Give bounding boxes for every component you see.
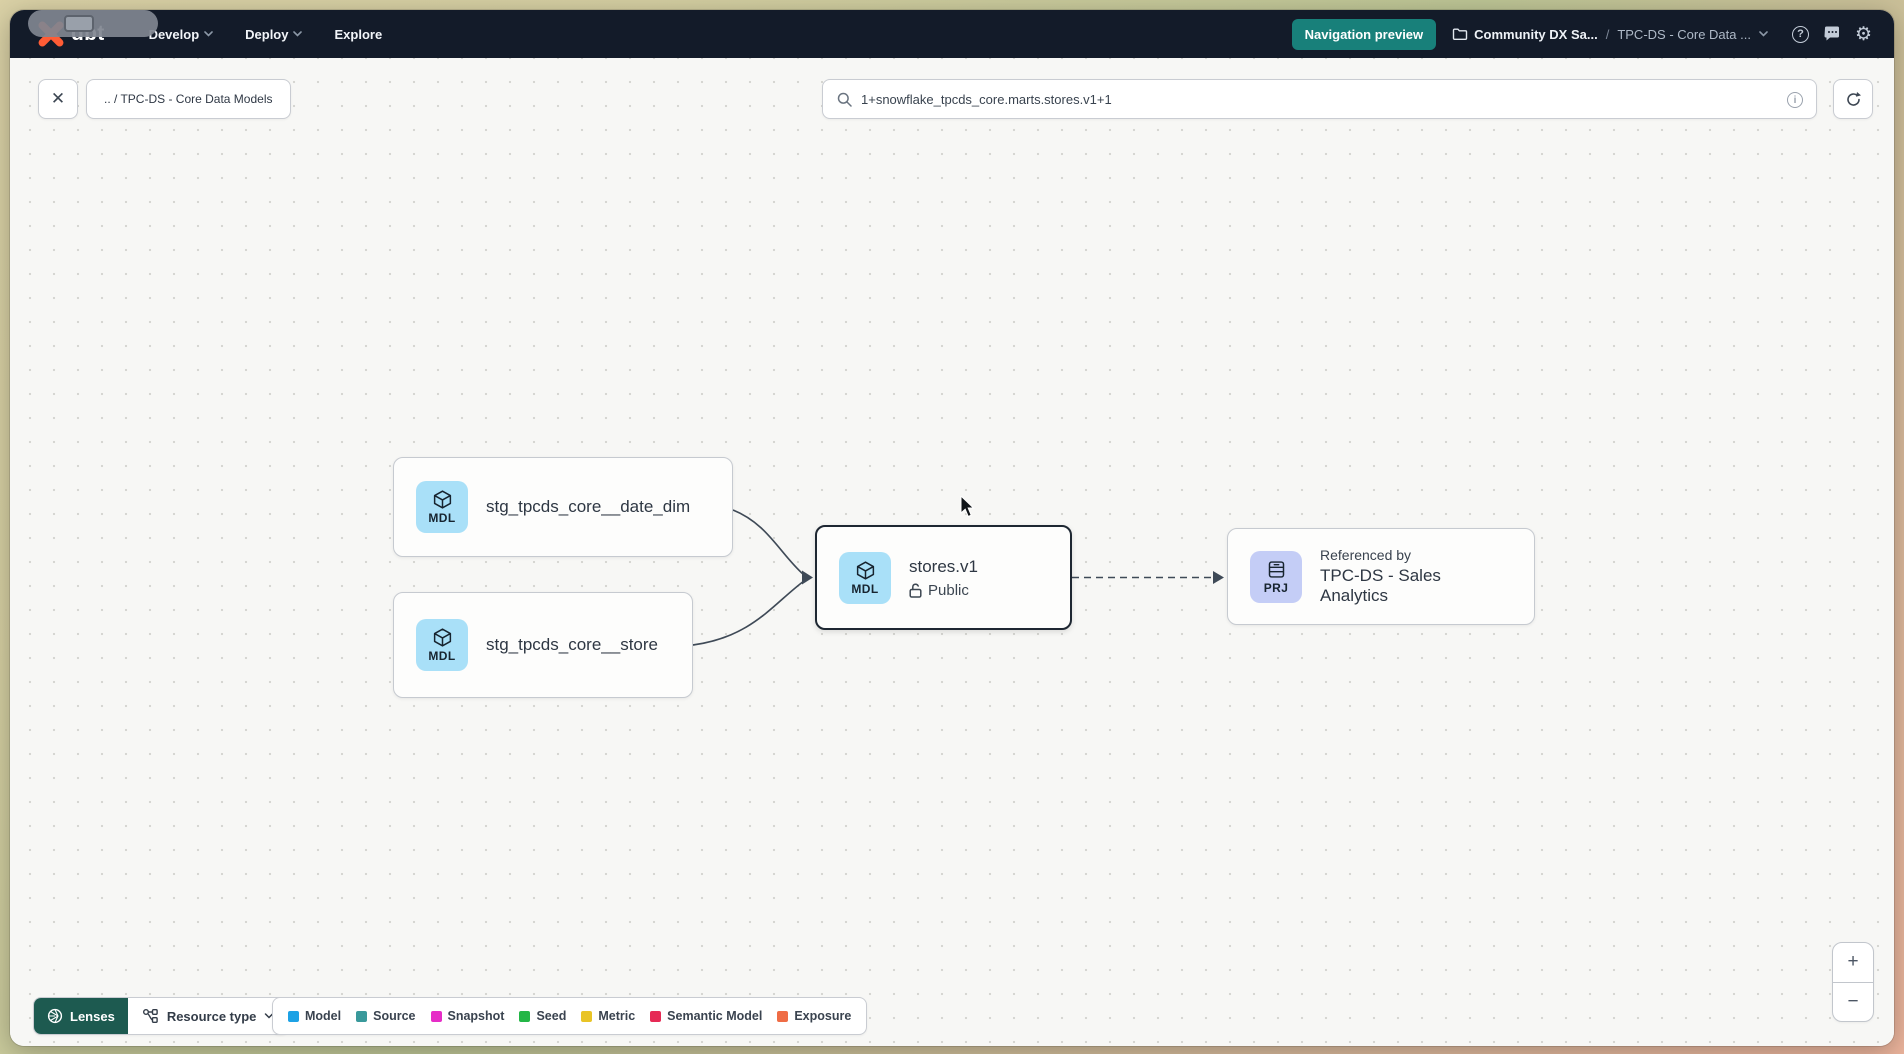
resource-type-dropdown[interactable]: Resource type [128,1008,289,1024]
canvas-zoom-controls: + − [1832,942,1874,1022]
cube-icon [855,560,876,581]
legend-item-seed: Seed [519,1009,566,1023]
model-badge: MDL [416,481,468,533]
project-badge: PRJ [1250,551,1302,603]
legend-label: Snapshot [448,1009,505,1023]
breadcrumb: Community DX Sa... / TPC-DS - Core Data … [1452,27,1768,42]
node-access-row: Public [909,582,978,599]
legend-item-model: Model [288,1009,341,1023]
nav-explore-label: Explore [334,27,382,42]
window-artifact-icon [64,15,94,32]
resource-type-icon [142,1008,159,1024]
node-stg-tpcds-core-store[interactable]: MDL stg_tpcds_core__store [393,592,693,698]
node-label: stg_tpcds_core__store [486,635,658,655]
lenses-button[interactable]: Lenses [34,998,128,1034]
feedback-icon[interactable] [1823,26,1841,42]
resource-legend: Model Source Snapshot Seed Metric Semant… [272,997,867,1035]
info-icon[interactable]: i [1787,92,1803,108]
lenses-resource-pill: Lenses Resource type [33,997,289,1035]
chevron-down-icon[interactable] [1759,31,1768,37]
breadcrumb-page[interactable]: TPC-DS - Core Data ... [1617,27,1751,42]
breadcrumb-project-label: Community DX Sa... [1474,27,1598,42]
breadcrumb-project[interactable]: Community DX Sa... [1452,27,1598,42]
badge-label: MDL [428,511,455,525]
legend-label: Source [373,1009,415,1023]
edge-date-dim-to-stores [733,510,804,575]
model-badge: MDL [839,552,891,604]
model-badge: MDL [416,619,468,671]
lineage-search-bar: i [822,79,1817,119]
legend-item-snapshot: Snapshot [431,1009,505,1023]
nav-item-deploy[interactable]: Deploy [245,27,302,42]
snapshot-swatch [431,1011,442,1022]
cube-icon [432,627,453,648]
nav-deploy-label: Deploy [245,27,288,42]
node-label: stores.v1 [909,557,978,577]
node-access-label: Public [928,582,969,599]
legend-label: Model [305,1009,341,1023]
close-lineage-button[interactable]: ✕ [38,79,78,119]
resource-type-label: Resource type [167,1009,257,1024]
nav-item-develop[interactable]: Develop [149,27,214,42]
nav-item-explore[interactable]: Explore [334,27,382,42]
legend-label: Metric [598,1009,635,1023]
legend-item-exposure: Exposure [777,1009,851,1023]
legend-item-metric: Metric [581,1009,635,1023]
refresh-button[interactable] [1833,79,1873,119]
badge-label: MDL [851,582,878,596]
mouse-cursor [960,496,980,518]
settings-gear-icon[interactable]: ⚙ [1855,25,1872,44]
badge-label: PRJ [1264,581,1289,595]
source-swatch [356,1011,367,1022]
lenses-label: Lenses [70,1009,115,1024]
zoom-out-button[interactable]: − [1833,983,1873,1022]
edge-arrowhead [802,571,813,585]
folder-icon [1452,28,1468,41]
node-text-block: stores.v1 Public [909,557,978,599]
exposure-swatch [777,1011,788,1022]
breadcrumb-separator: / [1606,27,1610,42]
edge-arrowhead [1213,571,1224,584]
legend-label: Seed [536,1009,566,1023]
top-navbar: dbt Develop Deploy Explore Navigation pr… [10,10,1894,58]
legend-item-source: Source [356,1009,415,1023]
chevron-down-icon [293,31,302,37]
lineage-path-chip[interactable]: .. / TPC-DS - Core Data Models [86,79,291,119]
unlock-icon [909,583,922,598]
refresh-icon [1845,91,1862,108]
search-icon [837,92,852,107]
nav-menu: Develop Deploy Explore [149,27,383,42]
semantic-model-swatch [650,1011,661,1022]
node-label: stg_tpcds_core__date_dim [486,497,690,517]
archive-icon [1266,559,1287,580]
legend-label: Semantic Model [667,1009,762,1023]
cube-icon [432,489,453,510]
model-swatch [288,1011,299,1022]
lineage-canvas[interactable]: ✕ .. / TPC-DS - Core Data Models i MDL [10,58,1894,1046]
lineage-search-input[interactable] [861,92,1778,107]
node-caption: Referenced by [1320,547,1512,563]
node-stg-tpcds-core-date-dim[interactable]: MDL stg_tpcds_core__date_dim [393,457,733,557]
badge-label: MDL [428,649,455,663]
metric-swatch [581,1011,592,1022]
app-window: dbt Develop Deploy Explore Navigation pr… [10,10,1894,1046]
navigation-preview-badge[interactable]: Navigation preview [1292,19,1436,50]
edge-store-to-stores [693,581,804,645]
node-label: TPC-DS - Sales Analytics [1320,566,1512,606]
navbar-right: Navigation preview Community DX Sa... / … [1292,19,1872,50]
lenses-icon [47,1008,63,1024]
node-referenced-by-project[interactable]: PRJ Referenced by TPC-DS - Sales Analyti… [1227,528,1535,625]
navbar-icons: ? ⚙ [1792,25,1872,44]
legend-item-semantic-model: Semantic Model [650,1009,762,1023]
node-text-block: Referenced by TPC-DS - Sales Analytics [1320,547,1512,606]
seed-swatch [519,1011,530,1022]
chevron-down-icon [204,31,213,37]
zoom-in-button[interactable]: + [1833,943,1873,983]
legend-label: Exposure [794,1009,851,1023]
help-icon[interactable]: ? [1792,26,1809,43]
window-artifact [28,10,158,37]
node-stores-v1[interactable]: MDL stores.v1 Public [815,525,1072,630]
